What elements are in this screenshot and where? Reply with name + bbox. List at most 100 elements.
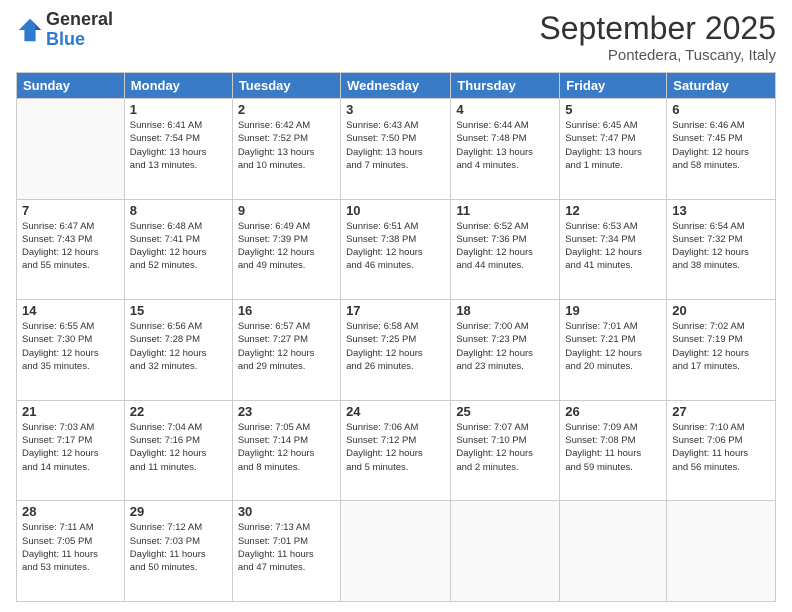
day-info: Sunrise: 6:47 AM Sunset: 7:43 PM Dayligh…: [22, 220, 119, 273]
day-number: 30: [238, 504, 335, 519]
calendar-cell: 17 Sunrise: 6:58 AM Sunset: 7:25 PM Dayli…: [341, 300, 451, 401]
calendar-day-header: Wednesday: [341, 73, 451, 99]
calendar-cell: 3Sunrise: 6:43 AM Sunset: 7:50 PM Daylig…: [341, 99, 451, 200]
day-number: 17: [346, 303, 445, 318]
calendar-cell: 29 Sunrise: 7:12 AM Sunset: 7:03 PM Dayli…: [124, 501, 232, 602]
calendar-cell: 18Sunrise: 7:00 AM Sunset: 7:23 PM Dayli…: [451, 300, 560, 401]
calendar-cell: 9 Sunrise: 6:49 AM Sunset: 7:39 PM Daylig…: [232, 199, 340, 300]
day-info: Sunrise: 7:02 AM Sunset: 7:19 PM Dayligh…: [672, 320, 770, 373]
day-number: 14: [22, 303, 119, 318]
day-info: Sunrise: 6:55 AM Sunset: 7:30 PM Dayligh…: [22, 320, 119, 373]
calendar-cell: 10Sunrise: 6:51 AM Sunset: 7:38 PM Dayli…: [341, 199, 451, 300]
calendar-cell: 26 Sunrise: 7:09 AM Sunset: 7:08 PM Dayli…: [560, 400, 667, 501]
day-number: 25: [456, 404, 554, 419]
logo: General Blue: [16, 10, 113, 50]
day-info: Sunrise: 7:05 AM Sunset: 7:14 PM Dayligh…: [238, 421, 335, 474]
day-number: 3: [346, 102, 445, 117]
day-number: 2: [238, 102, 335, 117]
day-info: Sunrise: 7:12 AM Sunset: 7:03 PM Dayligh…: [130, 521, 227, 574]
day-number: 19: [565, 303, 661, 318]
day-number: 28: [22, 504, 119, 519]
day-info: Sunrise: 7:01 AM Sunset: 7:21 PM Dayligh…: [565, 320, 661, 373]
calendar-cell: 15 Sunrise: 6:56 AM Sunset: 7:28 PM Dayli…: [124, 300, 232, 401]
day-number: 8: [130, 203, 227, 218]
calendar-cell: 7 Sunrise: 6:47 AM Sunset: 7:43 PM Daylig…: [17, 199, 125, 300]
calendar-cell: 5 Sunrise: 6:45 AM Sunset: 7:47 PM Daylig…: [560, 99, 667, 200]
day-number: 24: [346, 404, 445, 419]
day-number: 12: [565, 203, 661, 218]
calendar-week-row: 21 Sunrise: 7:03 AM Sunset: 7:17 PM Dayli…: [17, 400, 776, 501]
calendar-table: SundayMondayTuesdayWednesdayThursdayFrid…: [16, 72, 776, 602]
day-number: 29: [130, 504, 227, 519]
day-info: Sunrise: 6:45 AM Sunset: 7:47 PM Dayligh…: [565, 119, 661, 172]
calendar-cell: [341, 501, 451, 602]
calendar-cell: 2 Sunrise: 6:42 AM Sunset: 7:52 PM Daylig…: [232, 99, 340, 200]
calendar-cell: 24Sunrise: 7:06 AM Sunset: 7:12 PM Dayli…: [341, 400, 451, 501]
calendar-week-row: 28Sunrise: 7:11 AM Sunset: 7:05 PM Dayli…: [17, 501, 776, 602]
day-info: Sunrise: 6:46 AM Sunset: 7:45 PM Dayligh…: [672, 119, 770, 172]
day-number: 7: [22, 203, 119, 218]
month-title: September 2025: [539, 10, 776, 47]
day-number: 13: [672, 203, 770, 218]
calendar-cell: 28Sunrise: 7:11 AM Sunset: 7:05 PM Dayli…: [17, 501, 125, 602]
calendar-cell: 1 Sunrise: 6:41 AM Sunset: 7:54 PM Daylig…: [124, 99, 232, 200]
calendar-week-row: 14 Sunrise: 6:55 AM Sunset: 7:30 PM Dayli…: [17, 300, 776, 401]
header: General Blue September 2025 Pontedera, T…: [16, 10, 776, 64]
day-number: 5: [565, 102, 661, 117]
day-number: 26: [565, 404, 661, 419]
day-info: Sunrise: 7:03 AM Sunset: 7:17 PM Dayligh…: [22, 421, 119, 474]
calendar-cell: 23Sunrise: 7:05 AM Sunset: 7:14 PM Dayli…: [232, 400, 340, 501]
day-number: 6: [672, 102, 770, 117]
day-number: 1: [130, 102, 227, 117]
day-info: Sunrise: 6:53 AM Sunset: 7:34 PM Dayligh…: [565, 220, 661, 273]
calendar-week-row: 1 Sunrise: 6:41 AM Sunset: 7:54 PM Daylig…: [17, 99, 776, 200]
day-info: Sunrise: 6:54 AM Sunset: 7:32 PM Dayligh…: [672, 220, 770, 273]
calendar-day-header: Thursday: [451, 73, 560, 99]
day-info: Sunrise: 6:44 AM Sunset: 7:48 PM Dayligh…: [456, 119, 554, 172]
day-info: Sunrise: 6:56 AM Sunset: 7:28 PM Dayligh…: [130, 320, 227, 373]
page: General Blue September 2025 Pontedera, T…: [0, 0, 792, 612]
calendar-day-header: Sunday: [17, 73, 125, 99]
calendar-cell: 16Sunrise: 6:57 AM Sunset: 7:27 PM Dayli…: [232, 300, 340, 401]
calendar-cell: 14 Sunrise: 6:55 AM Sunset: 7:30 PM Dayli…: [17, 300, 125, 401]
calendar-cell: 25 Sunrise: 7:07 AM Sunset: 7:10 PM Dayli…: [451, 400, 560, 501]
day-number: 15: [130, 303, 227, 318]
calendar-cell: 13 Sunrise: 6:54 AM Sunset: 7:32 PM Dayli…: [667, 199, 776, 300]
calendar-day-header: Tuesday: [232, 73, 340, 99]
day-number: 21: [22, 404, 119, 419]
day-info: Sunrise: 7:04 AM Sunset: 7:16 PM Dayligh…: [130, 421, 227, 474]
calendar-week-row: 7 Sunrise: 6:47 AM Sunset: 7:43 PM Daylig…: [17, 199, 776, 300]
day-number: 9: [238, 203, 335, 218]
day-info: Sunrise: 7:13 AM Sunset: 7:01 PM Dayligh…: [238, 521, 335, 574]
calendar-cell: 20Sunrise: 7:02 AM Sunset: 7:19 PM Dayli…: [667, 300, 776, 401]
day-number: 18: [456, 303, 554, 318]
day-number: 11: [456, 203, 554, 218]
day-info: Sunrise: 6:48 AM Sunset: 7:41 PM Dayligh…: [130, 220, 227, 273]
day-number: 4: [456, 102, 554, 117]
logo-general: General: [46, 10, 113, 30]
calendar-cell: 27Sunrise: 7:10 AM Sunset: 7:06 PM Dayli…: [667, 400, 776, 501]
calendar-cell: 22 Sunrise: 7:04 AM Sunset: 7:16 PM Dayli…: [124, 400, 232, 501]
calendar-cell: [451, 501, 560, 602]
day-info: Sunrise: 6:42 AM Sunset: 7:52 PM Dayligh…: [238, 119, 335, 172]
day-info: Sunrise: 6:58 AM Sunset: 7:25 PM Dayligh…: [346, 320, 445, 373]
day-info: Sunrise: 6:51 AM Sunset: 7:38 PM Dayligh…: [346, 220, 445, 273]
calendar-day-header: Monday: [124, 73, 232, 99]
calendar-cell: 12 Sunrise: 6:53 AM Sunset: 7:34 PM Dayli…: [560, 199, 667, 300]
calendar-day-header: Friday: [560, 73, 667, 99]
day-info: Sunrise: 7:10 AM Sunset: 7:06 PM Dayligh…: [672, 421, 770, 474]
day-info: Sunrise: 7:07 AM Sunset: 7:10 PM Dayligh…: [456, 421, 554, 474]
logo-text: General Blue: [46, 10, 113, 50]
logo-icon: [16, 16, 44, 44]
day-number: 16: [238, 303, 335, 318]
day-info: Sunrise: 6:49 AM Sunset: 7:39 PM Dayligh…: [238, 220, 335, 273]
day-info: Sunrise: 6:41 AM Sunset: 7:54 PM Dayligh…: [130, 119, 227, 172]
calendar-cell: 19 Sunrise: 7:01 AM Sunset: 7:21 PM Dayli…: [560, 300, 667, 401]
calendar-cell: [560, 501, 667, 602]
day-info: Sunrise: 7:09 AM Sunset: 7:08 PM Dayligh…: [565, 421, 661, 474]
calendar-header-row: SundayMondayTuesdayWednesdayThursdayFrid…: [17, 73, 776, 99]
calendar-cell: 21 Sunrise: 7:03 AM Sunset: 7:17 PM Dayli…: [17, 400, 125, 501]
title-section: September 2025 Pontedera, Tuscany, Italy: [539, 10, 776, 64]
day-info: Sunrise: 6:52 AM Sunset: 7:36 PM Dayligh…: [456, 220, 554, 273]
day-number: 22: [130, 404, 227, 419]
